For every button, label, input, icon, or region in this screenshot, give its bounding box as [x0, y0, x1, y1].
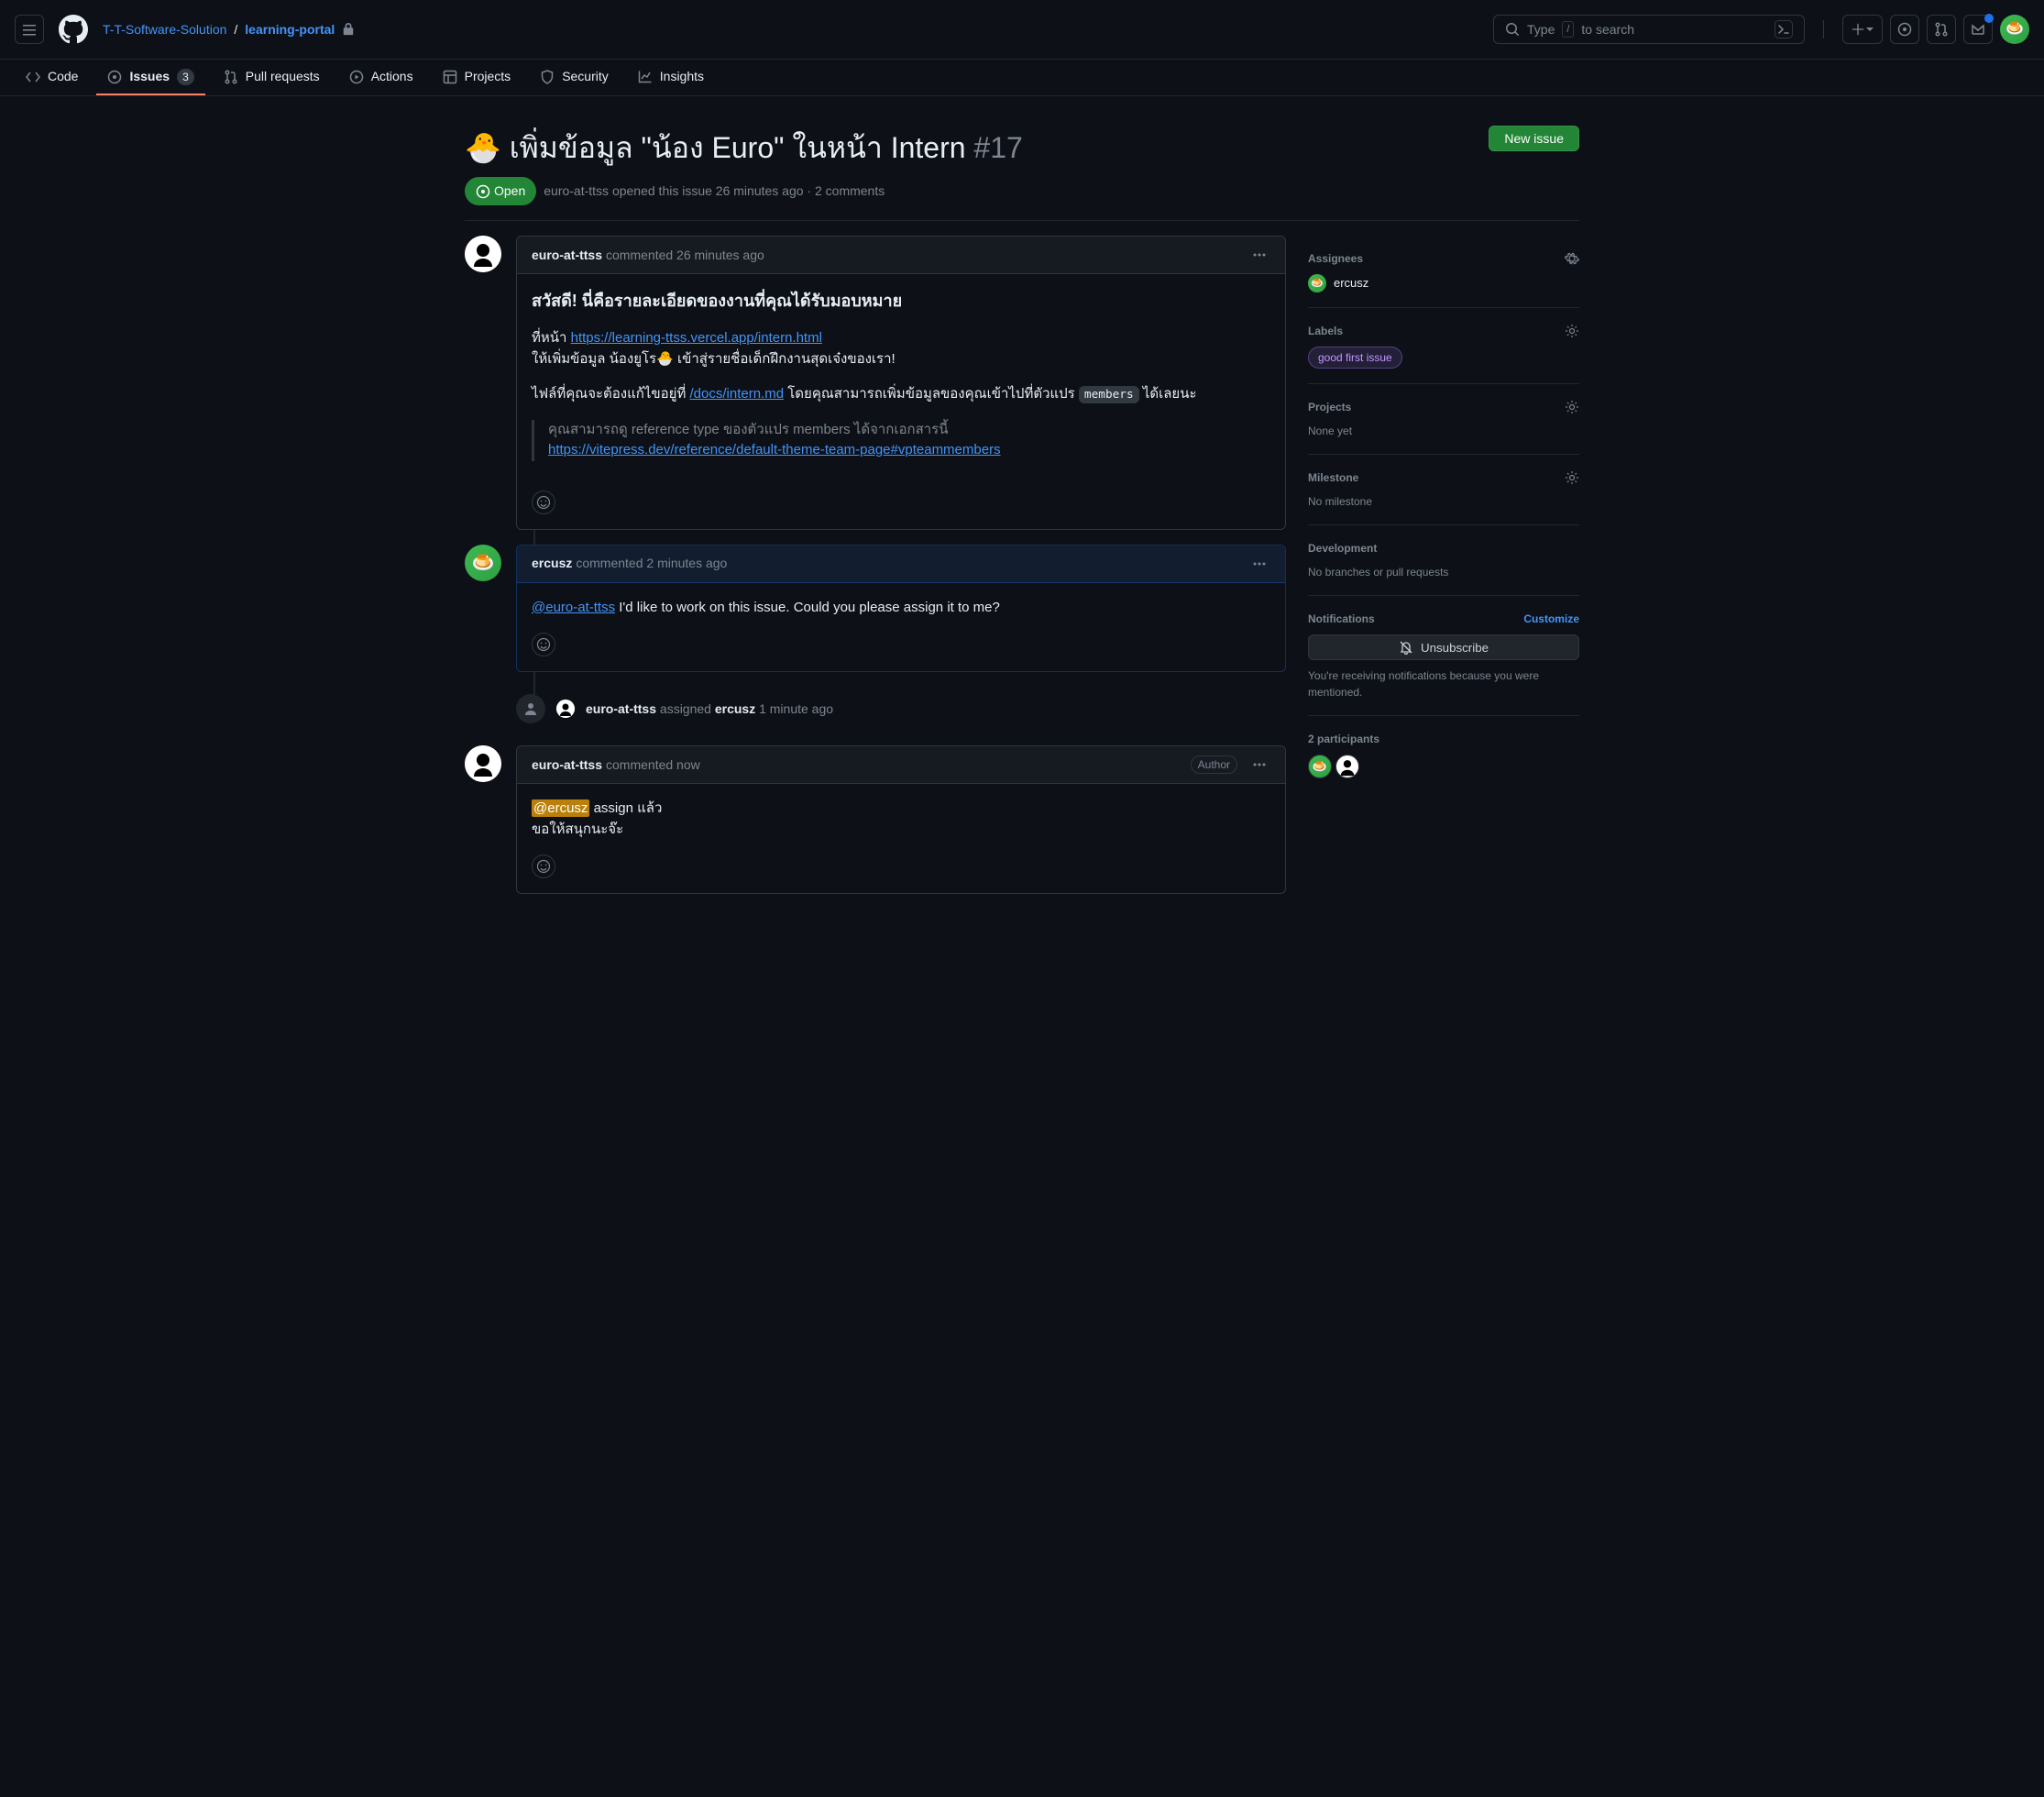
label-chip[interactable]: good first issue [1308, 347, 1402, 369]
tab-actions[interactable]: Actions [338, 60, 424, 95]
timeline-event: euro-at-ttss assigned ercusz 1 minute ag… [465, 687, 1286, 731]
mention-link[interactable]: @ercusz [532, 799, 589, 817]
search-icon [1505, 22, 1520, 37]
comment-author-link[interactable]: euro-at-ttss [532, 755, 602, 775]
tab-code[interactable]: Code [15, 60, 89, 95]
issues-global-icon[interactable] [1890, 15, 1919, 44]
command-palette-icon[interactable] [1775, 20, 1793, 39]
event-target-link[interactable]: ercusz [715, 701, 755, 716]
issue-header: 🐣 เพิ่มข้อมูล "น้อง Euro" ในหน้า Intern … [465, 111, 1579, 221]
sidebar-label: Notifications [1308, 611, 1375, 627]
pull-requests-global-icon[interactable] [1927, 15, 1956, 44]
sidebar-label: 2 participants [1308, 731, 1379, 747]
link[interactable]: /docs/intern.md [690, 386, 785, 402]
issue-title: 🐣 เพิ่มข้อมูล "น้อง Euro" ในหน้า Intern … [465, 126, 1474, 170]
sidebar-label: Development [1308, 540, 1377, 557]
assignee-link[interactable]: ercusz [1334, 274, 1368, 292]
breadcrumb: T-T-Software-Solution / learning-portal [103, 20, 355, 39]
issue-number: #17 [973, 131, 1022, 164]
comment-menu-button[interactable] [1248, 754, 1270, 776]
comment: 🍮 ercusz commented 2 minutes ago @euro-a… [465, 545, 1286, 673]
lock-icon [342, 23, 355, 36]
bell-slash-icon [1399, 640, 1413, 655]
comment-author-link[interactable]: ercusz [532, 554, 572, 573]
avatar[interactable] [465, 745, 501, 782]
avatar[interactable] [465, 236, 501, 272]
user-avatar[interactable]: 🍮 [2000, 15, 2029, 44]
notification-dot-icon [1984, 14, 1994, 23]
issue-meta: euro-at-ttss opened this issue 26 minute… [544, 182, 885, 201]
notifications-button[interactable] [1963, 15, 1993, 44]
customize-link[interactable]: Customize [1523, 611, 1579, 627]
gear-icon[interactable] [1565, 251, 1579, 266]
link[interactable]: https://vitepress.dev/reference/default-… [548, 442, 1001, 458]
add-reaction-button[interactable] [532, 854, 555, 878]
create-new-button[interactable] [1842, 15, 1883, 44]
comment-heading: สวัสดี! นี่คือรายละเอียดของงานที่คุณได้ร… [532, 289, 1270, 314]
org-link[interactable]: T-T-Software-Solution [103, 20, 226, 39]
comment-menu-button[interactable] [1248, 553, 1270, 575]
gear-icon[interactable] [1565, 324, 1579, 338]
issue-sidebar: Assignees 🍮 ercusz Labels [1308, 236, 1579, 909]
comment: euro-at-ttss commented now Author @ercus… [465, 745, 1286, 894]
hamburger-menu-button[interactable] [15, 15, 44, 44]
app-header: T-T-Software-Solution / learning-portal … [0, 0, 2044, 60]
search-input[interactable]: Type / to search [1493, 15, 1805, 44]
avatar[interactable] [556, 700, 575, 718]
person-icon [516, 694, 545, 723]
issue-state-badge: Open [465, 177, 536, 205]
issue-author-link[interactable]: euro-at-ttss [544, 183, 609, 198]
gear-icon[interactable] [1565, 400, 1579, 414]
add-reaction-button[interactable] [532, 633, 555, 656]
tab-issues[interactable]: Issues 3 [96, 60, 204, 95]
sidebar-label: Projects [1308, 399, 1351, 415]
event-actor-link[interactable]: euro-at-ttss [586, 701, 656, 716]
tab-pull-requests[interactable]: Pull requests [213, 60, 331, 95]
repo-nav: Code Issues 3 Pull requests Actions Proj… [0, 60, 2044, 96]
repo-link[interactable]: learning-portal [245, 20, 335, 39]
participant-avatar[interactable] [1335, 755, 1359, 778]
new-issue-button[interactable]: New issue [1489, 126, 1579, 151]
avatar[interactable]: 🍮 [465, 545, 501, 581]
link[interactable]: https://learning-ttss.vercel.app/intern.… [571, 330, 822, 346]
comment: euro-at-ttss commented 26 minutes ago สว… [465, 236, 1286, 530]
sidebar-label: Labels [1308, 323, 1343, 339]
tab-projects[interactable]: Projects [432, 60, 522, 95]
participant-avatar[interactable]: 🍮 [1308, 755, 1332, 778]
avatar[interactable]: 🍮 [1308, 274, 1326, 292]
sidebar-label: Milestone [1308, 469, 1358, 486]
comment-author-link[interactable]: euro-at-ttss [532, 246, 602, 265]
unsubscribe-button[interactable]: Unsubscribe [1308, 634, 1579, 660]
mention-link[interactable]: @euro-at-ttss [532, 600, 615, 615]
gear-icon[interactable] [1565, 470, 1579, 485]
github-logo-icon[interactable] [59, 15, 88, 44]
add-reaction-button[interactable] [532, 491, 555, 514]
author-badge: Author [1191, 755, 1237, 774]
tab-insights[interactable]: Insights [627, 60, 715, 95]
tab-security[interactable]: Security [529, 60, 620, 95]
sidebar-label: Assignees [1308, 250, 1363, 267]
comment-menu-button[interactable] [1248, 244, 1270, 266]
